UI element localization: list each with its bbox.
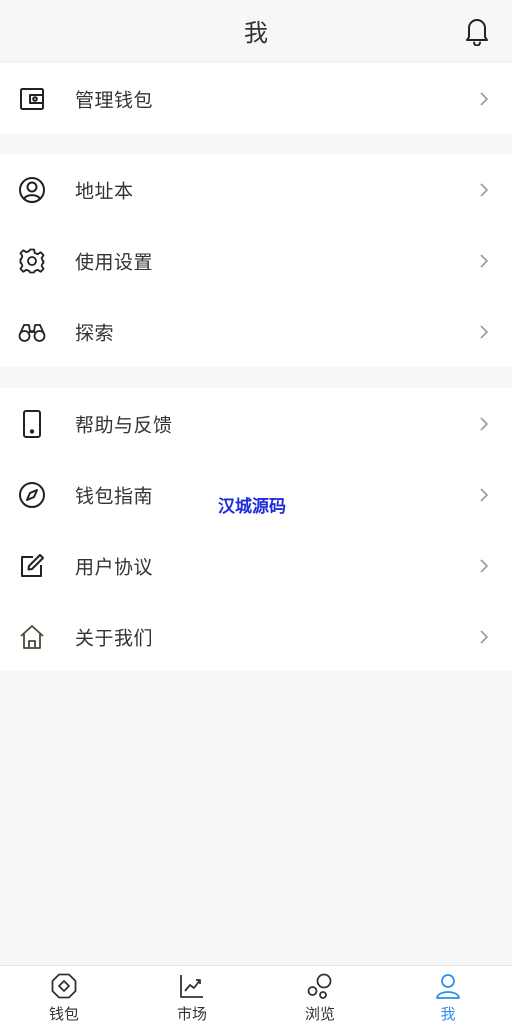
menu-item-address-book[interactable]: 地址本: [0, 154, 512, 225]
menu-group-wallet: 管理钱包: [0, 63, 512, 134]
chevron-right-icon: [480, 487, 489, 502]
chevron-right-icon: [480, 416, 489, 431]
menu-item-label: 帮助与反馈: [75, 414, 173, 436]
user-circle-icon: [17, 175, 47, 205]
watermark-text: 汉城源码: [218, 497, 286, 517]
menu-item-label: 使用设置: [75, 251, 154, 273]
edit-icon: [17, 551, 47, 581]
menu-item-explore[interactable]: 探索: [0, 296, 512, 367]
menu-item-help-feedback[interactable]: 帮助与反馈: [0, 388, 512, 459]
chevron-right-icon: [480, 253, 489, 268]
tab-label: 市场: [176, 1005, 207, 1023]
page-title: 我: [244, 19, 268, 47]
gear-icon: [17, 246, 47, 276]
chevron-right-icon: [480, 558, 489, 573]
menu-item-user-agreement[interactable]: 用户协议: [0, 530, 512, 601]
tab-market[interactable]: 市场: [128, 966, 256, 1024]
menu-item-label: 探索: [75, 322, 115, 344]
chevron-right-icon: [480, 91, 489, 106]
header: 我: [0, 0, 512, 62]
tab-label: 浏览: [304, 1005, 335, 1023]
tab-label: 我: [440, 1005, 456, 1023]
menu-group-about: 帮助与反馈 钱包指南 用户协议 关于我们: [0, 388, 512, 671]
tab-wallet[interactable]: 钱包: [0, 966, 128, 1024]
menu-item-manage-wallet[interactable]: 管理钱包: [0, 63, 512, 134]
compass-icon: [17, 480, 47, 510]
menu-item-settings[interactable]: 使用设置: [0, 225, 512, 296]
tab-browse[interactable]: 浏览: [256, 966, 384, 1024]
wallet-coin-icon: [50, 972, 78, 1000]
menu-item-label: 管理钱包: [75, 89, 154, 111]
menu-group-general: 地址本 使用设置 探索: [0, 154, 512, 367]
chevron-right-icon: [480, 629, 489, 644]
menu-item-label: 钱包指南: [75, 485, 154, 507]
person-icon: [434, 972, 462, 1000]
wallet-icon: [17, 84, 47, 114]
app-root: 我 管理钱包 地址本 使用设置 探索 帮助与反馈 钱包指南 用户协议 关于我们 …: [0, 0, 512, 1024]
phone-icon: [17, 409, 47, 439]
menu-item-label: 地址本: [75, 180, 134, 202]
menu-item-label: 关于我们: [75, 627, 154, 649]
chevron-right-icon: [480, 182, 489, 197]
chart-icon: [178, 972, 206, 1000]
menu-item-label: 用户协议: [75, 556, 154, 578]
home-icon: [17, 622, 47, 652]
binoculars-icon: [17, 317, 47, 347]
menu-item-about-us[interactable]: 关于我们: [0, 601, 512, 672]
tab-me[interactable]: 我: [384, 966, 512, 1024]
bell-icon[interactable]: [462, 15, 492, 47]
chevron-right-icon: [480, 324, 489, 339]
bottom-tab-bar: 钱包 市场 浏览 我: [0, 965, 512, 1024]
bubbles-icon: [306, 972, 334, 1000]
tab-label: 钱包: [48, 1005, 79, 1023]
